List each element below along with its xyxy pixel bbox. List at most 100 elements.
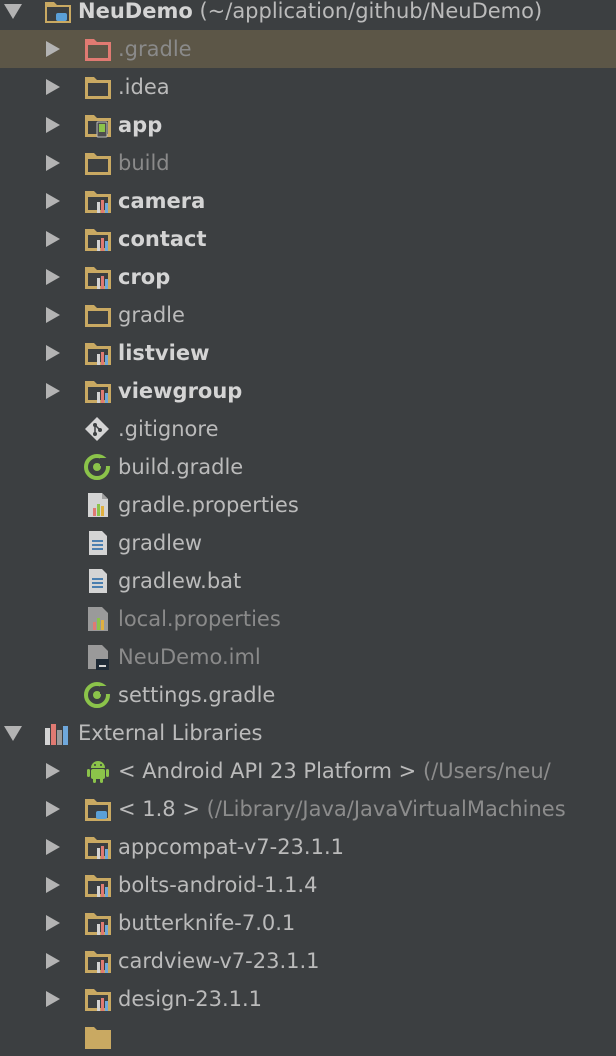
chevron-right-icon[interactable]: [46, 269, 60, 285]
library-module-icon: [85, 229, 111, 251]
sdk-label: < Android API 23 Platform >: [118, 759, 417, 783]
item-label: camera: [118, 189, 206, 213]
tree-row-iml[interactable]: NeuDemo.iml: [0, 638, 616, 676]
app-module-icon: [85, 115, 111, 138]
root-name: NeuDemo: [78, 0, 193, 23]
tree-row-contact[interactable]: contact: [0, 220, 616, 258]
jdk-folder-icon: [85, 799, 111, 821]
library-module-icon: [85, 343, 111, 365]
item-label: contact: [118, 227, 207, 251]
chevron-right-icon[interactable]: [46, 231, 60, 247]
tree-row-jdk[interactable]: < 1.8 > (/Library/Java/JavaVirtualMachin…: [0, 790, 616, 828]
root-path: (~/application/github/NeuDemo): [199, 0, 543, 23]
folder-icon: [85, 77, 111, 99]
chevron-right-icon[interactable]: [46, 193, 60, 209]
item-label: build.gradle: [118, 455, 244, 479]
library-label: appcompat-v7-23.1.1: [118, 835, 344, 859]
item-label: .idea: [118, 75, 170, 99]
excluded-folder-icon: [85, 39, 111, 61]
chevron-right-icon[interactable]: [46, 155, 60, 171]
tree-row-appcompat[interactable]: appcompat-v7-23.1.1: [0, 828, 616, 866]
android-icon: [87, 761, 109, 783]
item-label: local.properties: [118, 607, 281, 631]
library-label: butterknife-7.0.1: [118, 911, 296, 935]
chevron-right-icon[interactable]: [46, 877, 60, 893]
item-label: gradlew.bat: [118, 569, 242, 593]
gradle-file-icon: [84, 682, 110, 708]
tree-row-local-properties[interactable]: local.properties: [0, 600, 616, 638]
tree-row-viewgroup[interactable]: viewgroup: [0, 372, 616, 410]
tree-row-gradlew-bat[interactable]: gradlew.bat: [0, 562, 616, 600]
library-label: cardview-v7-23.1.1: [118, 949, 320, 973]
chevron-right-icon[interactable]: [46, 915, 60, 931]
tree-row-butterknife[interactable]: butterknife-7.0.1: [0, 904, 616, 942]
gradle-file-icon: [84, 454, 110, 480]
library-module-icon: [85, 381, 111, 403]
chevron-right-icon[interactable]: [46, 839, 60, 855]
properties-file-icon: [88, 493, 108, 517]
module-folder-icon: [45, 2, 71, 23]
chevron-right-icon[interactable]: [46, 345, 60, 361]
chevron-right-icon[interactable]: [46, 79, 60, 95]
library-folder-icon: [85, 989, 111, 1011]
external-libraries-label: External Libraries: [78, 721, 263, 745]
tree-row-gradlew[interactable]: gradlew: [0, 524, 616, 562]
chevron-down-icon[interactable]: [4, 726, 22, 741]
tree-row-gradle-properties[interactable]: gradle.properties: [0, 486, 616, 524]
chevron-right-icon[interactable]: [46, 117, 60, 133]
chevron-right-icon[interactable]: [46, 991, 60, 1007]
tree-row-crop[interactable]: crop: [0, 258, 616, 296]
tree-row-gitignore[interactable]: .gitignore: [0, 410, 616, 448]
library-folder-icon: [85, 837, 111, 859]
item-label: listview: [118, 341, 210, 365]
tree-row-root[interactable]: NeuDemo (~/application/github/NeuDemo): [0, 0, 616, 30]
tree-row-android-sdk[interactable]: < Android API 23 Platform > (/Users/neu/: [0, 752, 616, 790]
tree-row-external-libraries[interactable]: External Libraries: [0, 714, 616, 752]
folder-icon: [85, 153, 111, 175]
folder-icon: [85, 305, 111, 327]
chevron-right-icon[interactable]: [46, 41, 60, 57]
tree-row-idea[interactable]: .idea: [0, 68, 616, 106]
library-folder-icon: [85, 875, 111, 897]
library-folder-icon: [85, 913, 111, 935]
git-file-icon: [85, 417, 109, 441]
item-label: NeuDemo.iml: [118, 645, 261, 669]
item-label: crop: [118, 265, 171, 289]
properties-file-icon: [88, 607, 108, 631]
library-module-icon: [85, 267, 111, 289]
tree-row-camera[interactable]: camera: [0, 182, 616, 220]
item-label: settings.gradle: [118, 683, 276, 707]
chevron-right-icon[interactable]: [46, 383, 60, 399]
item-label: app: [118, 113, 163, 137]
item-label: gradlew: [118, 531, 203, 555]
project-tree: NeuDemo (~/application/github/NeuDemo) .…: [0, 0, 616, 1049]
tree-row-dotgradle[interactable]: .gradle: [0, 30, 616, 68]
item-label: .gitignore: [118, 417, 219, 441]
iml-file-icon: [88, 645, 109, 670]
library-module-icon: [85, 191, 111, 213]
library-folder-icon: [85, 951, 111, 973]
tree-row-bolts[interactable]: bolts-android-1.1.4: [0, 866, 616, 904]
libraries-icon: [45, 724, 68, 745]
chevron-right-icon[interactable]: [46, 763, 60, 779]
library-label: design-23.1.1: [118, 987, 263, 1011]
jdk-path: (/Library/Java/JavaVirtualMachines: [206, 797, 566, 821]
tree-row-gradle[interactable]: gradle: [0, 296, 616, 334]
item-label: gradle: [118, 303, 185, 327]
tree-row-listview[interactable]: listview: [0, 334, 616, 372]
chevron-down-icon[interactable]: [4, 4, 22, 19]
item-label: viewgroup: [118, 379, 243, 403]
text-file-icon: [89, 569, 107, 593]
tree-row-design[interactable]: design-23.1.1: [0, 980, 616, 1018]
tree-row-settings-gradle[interactable]: settings.gradle: [0, 676, 616, 714]
tree-row-cardview[interactable]: cardview-v7-23.1.1: [0, 942, 616, 980]
chevron-right-icon[interactable]: [46, 307, 60, 323]
chevron-right-icon[interactable]: [46, 801, 60, 817]
text-file-icon: [89, 531, 107, 555]
tree-row-build-gradle[interactable]: build.gradle: [0, 448, 616, 486]
item-label: gradle.properties: [118, 493, 299, 517]
tree-row-app[interactable]: app: [0, 106, 616, 144]
chevron-right-icon[interactable]: [46, 953, 60, 969]
tree-row-partial[interactable]: [0, 1018, 616, 1056]
tree-row-build[interactable]: build: [0, 144, 616, 182]
